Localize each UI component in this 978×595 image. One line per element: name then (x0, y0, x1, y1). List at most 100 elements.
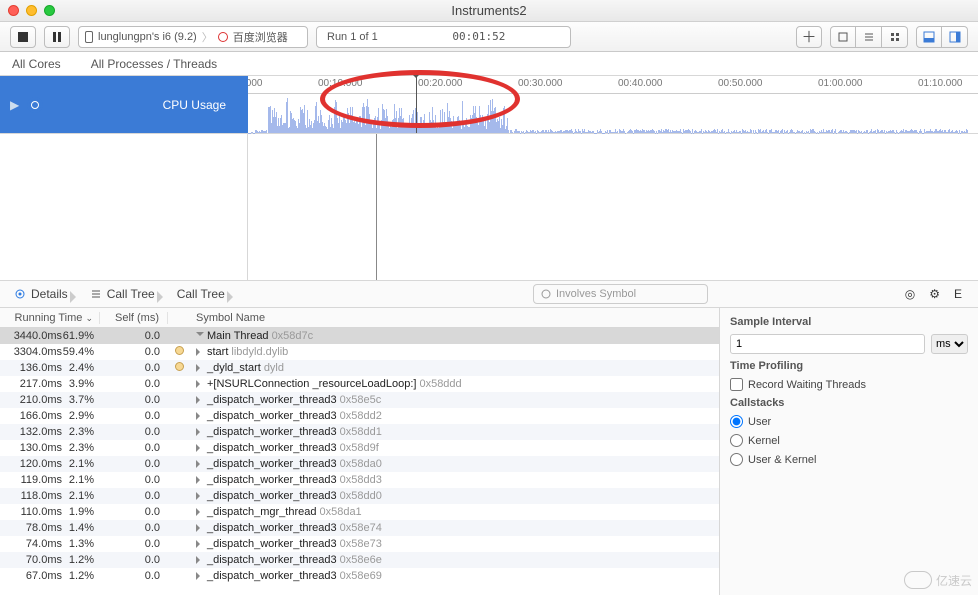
add-instrument-button[interactable]: ＋ (796, 26, 822, 48)
stop-icon (18, 32, 28, 42)
callstack-kernel-radio[interactable]: Kernel (730, 434, 780, 447)
table-row[interactable]: 120.0ms2.1%0.0_dispatch_worker_thread3 0… (0, 456, 719, 472)
cores-filter[interactable]: All Cores (12, 57, 61, 71)
time-ruler[interactable]: 00:00.00000:10.00000:20.00000:30.00000:4… (248, 76, 978, 94)
strategy-cpus-button[interactable] (856, 26, 882, 48)
disclosure-icon[interactable] (196, 572, 204, 580)
timeprofiler-icon (27, 97, 43, 113)
inspector-tab-record[interactable]: ◎ (905, 287, 915, 301)
table-row[interactable]: 217.0ms3.9%0.0+[NSURLConnection _resourc… (0, 376, 719, 392)
calltree-panel: Running Time ⌄ Self (ms) Symbol Name 344… (0, 308, 720, 595)
callstacks-heading: Callstacks (730, 397, 968, 409)
table-row[interactable]: 3440.0ms61.9%0.0Main Thread 0x58d7c (0, 328, 719, 344)
disclosure-icon[interactable] (196, 348, 204, 356)
table-row[interactable]: 118.0ms2.1%0.0_dispatch_worker_thread3 0… (0, 488, 719, 504)
crumb-details[interactable]: Details (6, 287, 76, 301)
cpu-graph (248, 94, 978, 133)
symbol-name: _dispatch_worker_thread3 (207, 474, 337, 486)
table-row[interactable]: 70.0ms1.2%0.0_dispatch_worker_thread3 0x… (0, 552, 719, 568)
calltree-rows[interactable]: 3440.0ms61.9%0.0Main Thread 0x58d7c3304.… (0, 328, 719, 584)
disclosure-icon[interactable] (196, 396, 204, 404)
table-row[interactable]: 67.0ms1.2%0.0_dispatch_worker_thread3 0x… (0, 568, 719, 584)
callstack-both-radio[interactable]: User & Kernel (730, 453, 816, 466)
symbol-name: _dispatch_worker_thread3 (207, 554, 337, 566)
disclosure-icon[interactable] (196, 460, 204, 468)
symbol-name: _dyld_start (207, 362, 261, 374)
strategy-threads-button[interactable] (830, 26, 856, 48)
disclosure-icon[interactable] (196, 444, 204, 452)
track-header[interactable]: ▶ CPU Usage (0, 76, 248, 133)
disclosure-icon[interactable] (196, 492, 204, 500)
sample-interval-heading: Sample Interval (730, 316, 968, 328)
ruler-tick: 00:40.000 (618, 78, 663, 89)
table-row[interactable]: 3304.0ms59.4%0.0start libdyld.dylib (0, 344, 719, 360)
pause-button[interactable] (44, 26, 70, 48)
symbol-name: _dispatch_worker_thread3 (207, 538, 337, 550)
disclosure-icon[interactable] (196, 332, 204, 340)
table-row[interactable]: 130.0ms2.3%0.0_dispatch_worker_thread3 0… (0, 440, 719, 456)
user-code-icon (175, 362, 184, 371)
col-running-time[interactable]: Running Time ⌄ (0, 312, 100, 324)
disclosure-icon[interactable] (196, 364, 204, 372)
symbol-name: +[NSURLConnection _resourceLoadLoop:] (207, 378, 416, 390)
record-button[interactable] (10, 26, 36, 48)
device-icon (85, 31, 93, 43)
table-row[interactable]: 132.0ms2.3%0.0_dispatch_worker_thread3 0… (0, 424, 719, 440)
crumb-calltree-1[interactable]: Call Tree (82, 287, 163, 301)
col-self[interactable]: Self (ms) (100, 312, 168, 324)
callstack-user-radio[interactable]: User (730, 415, 771, 428)
symbol-search[interactable]: Involves Symbol (533, 284, 708, 304)
playhead[interactable] (416, 76, 417, 133)
strategy-instruments-button[interactable] (882, 26, 908, 48)
table-row[interactable]: 74.0ms1.3%0.0_dispatch_worker_thread3 0x… (0, 536, 719, 552)
track-graph[interactable]: 00:00.00000:10.00000:20.00000:30.00000:4… (248, 76, 978, 133)
table-row[interactable]: 210.0ms3.7%0.0_dispatch_worker_thread3 0… (0, 392, 719, 408)
disclosure-icon[interactable] (196, 556, 204, 564)
track-label: CPU Usage (51, 98, 238, 112)
table-row[interactable]: 78.0ms1.4%0.0_dispatch_worker_thread3 0x… (0, 520, 719, 536)
record-waiting-checkbox[interactable]: Record Waiting Threads (730, 378, 866, 391)
disclosure-icon[interactable] (196, 476, 204, 484)
disclosure-icon[interactable] (196, 524, 204, 532)
run-info[interactable]: Run 1 of 1 00:01:52 (316, 26, 571, 48)
toolbar: lunglungpn's i6 (9.2) 〉 百度浏览器 Run 1 of 1… (0, 22, 978, 52)
pause-icon (53, 32, 61, 42)
ruler-tick: 01:10.000 (918, 78, 963, 89)
table-row[interactable]: 136.0ms2.4%0.0_dyld_start dyld (0, 360, 719, 376)
disclosure-icon[interactable] (196, 412, 204, 420)
symbol-name: _dispatch_worker_thread3 (207, 490, 337, 502)
panel-bottom-icon (923, 31, 935, 43)
disclosure-icon[interactable] (196, 508, 204, 516)
filter-bar: All Cores All Processes / Threads (0, 52, 978, 76)
ruler-tick: 00:10.000 (318, 78, 363, 89)
inspector-tab-display[interactable]: ⚙ (929, 287, 940, 301)
disclosure-icon[interactable] (196, 380, 204, 388)
target-icon (14, 288, 26, 300)
cpus-icon (863, 31, 875, 43)
symbol-name: _dispatch_worker_thread3 (207, 570, 337, 582)
titlebar: Instruments2 (0, 0, 978, 22)
disclosure-icon[interactable] (196, 428, 204, 436)
inspector-tab-extended[interactable]: E (954, 287, 962, 301)
disclosure-icon[interactable] (196, 540, 204, 548)
view-detail-button[interactable] (916, 26, 942, 48)
elapsed-time: 00:01:52 (388, 30, 570, 43)
table-row[interactable]: 119.0ms2.1%0.0_dispatch_worker_thread3 0… (0, 472, 719, 488)
ruler-tick: 00:00.000 (248, 78, 263, 89)
symbol-name: _dispatch_worker_thread3 (207, 458, 337, 470)
sample-unit-select[interactable]: ms (931, 334, 968, 354)
symbol-name: Main Thread (207, 330, 269, 342)
threads-filter[interactable]: All Processes / Threads (91, 57, 218, 71)
symbol-name: _dispatch_worker_thread3 (207, 394, 337, 406)
sample-interval-input[interactable] (730, 334, 925, 354)
ruler-tick: 00:30.000 (518, 78, 563, 89)
table-row[interactable]: 166.0ms2.9%0.0_dispatch_worker_thread3 0… (0, 408, 719, 424)
time-profiling-heading: Time Profiling (730, 360, 968, 372)
col-symbol[interactable]: Symbol Name (190, 312, 265, 324)
target-selector[interactable]: lunglungpn's i6 (9.2) 〉 百度浏览器 (78, 26, 308, 48)
list-icon (90, 288, 102, 300)
view-inspector-button[interactable] (942, 26, 968, 48)
table-row[interactable]: 110.0ms1.9%0.0_dispatch_mgr_thread 0x58d… (0, 504, 719, 520)
symbol-name: start (207, 346, 228, 358)
crumb-calltree-2[interactable]: Call Tree (169, 287, 233, 301)
